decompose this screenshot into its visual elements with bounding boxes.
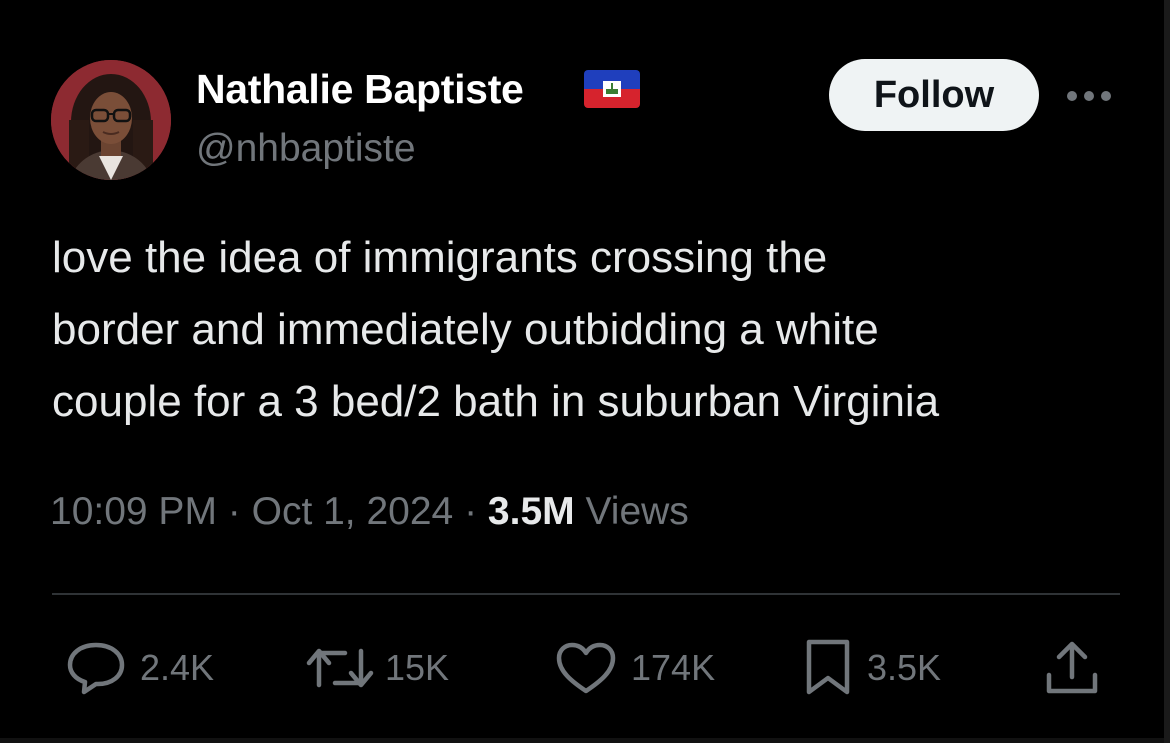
meta-separator: · [464, 490, 488, 533]
follow-button[interactable]: Follow [829, 59, 1039, 131]
meta-separator: · [227, 490, 252, 533]
avatar[interactable] [51, 60, 171, 180]
bottom-divider [0, 738, 1170, 743]
scrollbar-track[interactable] [1164, 0, 1170, 743]
share-button[interactable] [1043, 638, 1101, 698]
reply-icon [67, 642, 125, 695]
heart-icon [556, 642, 616, 694]
repost-button[interactable]: 15K [305, 638, 449, 698]
tweet-date[interactable]: Oct 1, 2024 [252, 490, 454, 533]
repost-count: 15K [385, 647, 450, 688]
bookmark-count: 3.5K [867, 647, 942, 688]
bookmark-button[interactable]: 3.5K [803, 638, 941, 698]
divider [52, 593, 1120, 595]
reply-button[interactable]: 2.4K [66, 638, 214, 698]
tweet-time[interactable]: 10:09 PM [50, 490, 217, 533]
repost-icon [306, 648, 374, 688]
tweet-text-line: love the idea of immigrants crossing the [52, 233, 828, 282]
like-count: 174K [631, 647, 716, 688]
views-label: Views [585, 490, 689, 533]
tweet-card: Nathalie Baptiste @nhbaptiste Follow lov… [0, 0, 1170, 743]
share-icon [1046, 641, 1098, 694]
views-count[interactable]: 3.5M [488, 490, 575, 533]
like-button[interactable]: 174K [555, 638, 715, 698]
more-options-icon [1067, 91, 1111, 101]
more-options-button[interactable] [1064, 84, 1114, 108]
bookmark-icon [806, 639, 850, 695]
user-handle[interactable]: @nhbaptiste [196, 127, 416, 171]
tweet-text-line: border and immediately outbidding a whit… [52, 305, 879, 354]
haiti-flag-icon [584, 70, 640, 108]
tweet-text-line: couple for a 3 bed/2 bath in suburban Vi… [52, 377, 940, 426]
reply-count: 2.4K [140, 647, 215, 688]
tweet-text: love the idea of immigrants crossing the… [52, 222, 1142, 438]
display-name[interactable]: Nathalie Baptiste [196, 66, 524, 113]
tweet-meta: 10:09 PM · Oct 1, 2024 · 3.5M Views [50, 490, 689, 534]
avatar-image [51, 60, 171, 180]
